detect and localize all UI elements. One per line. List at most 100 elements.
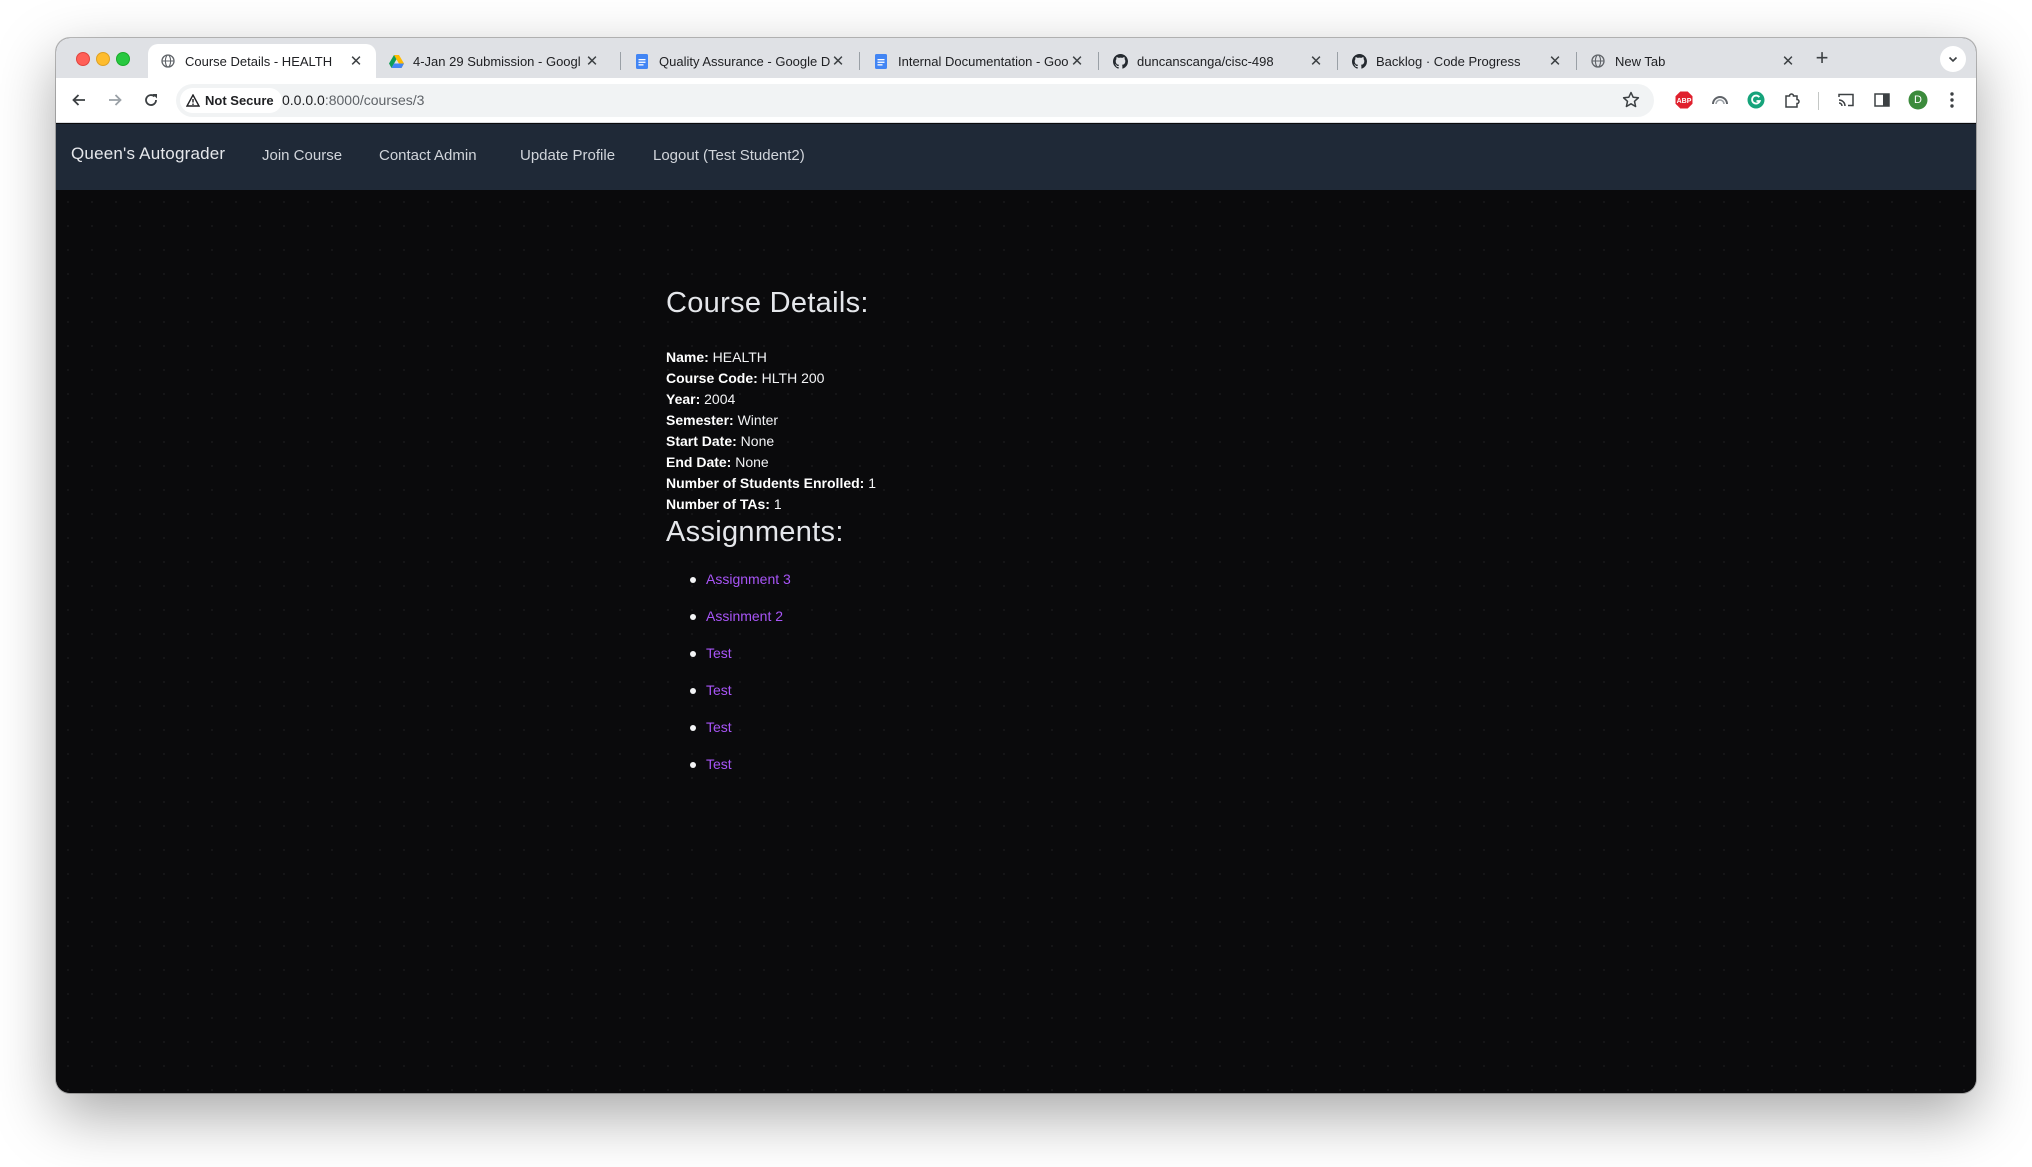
course-details-list: Name: HEALTH Course Code: HLTH 200 Year:… (666, 347, 1366, 515)
list-item: Assignment 3 (690, 571, 1366, 608)
reload-icon (145, 94, 157, 106)
url-path: :8000/courses/3 (324, 92, 425, 108)
close-icon[interactable]: ✕ (1308, 52, 1324, 70)
side-panel-icon (1874, 93, 1890, 107)
tab-github-repo[interactable]: duncanscanga/cisc-498 ✕ (1100, 44, 1336, 78)
detail-year: Year: 2004 (666, 391, 736, 407)
tab-separator (1576, 52, 1577, 70)
close-icon[interactable]: ✕ (584, 52, 600, 70)
list-item: Assinment 2 (690, 608, 1366, 645)
close-icon[interactable]: ✕ (348, 52, 364, 70)
tab-quality-assurance[interactable]: Quality Assurance - Google D ✕ (622, 44, 858, 78)
tab-separator (859, 52, 860, 70)
browser-window: Course Details - HEALTH ✕ 4-Jan 29 Submi… (56, 38, 1976, 1093)
browser-menu-button[interactable] (1942, 90, 1962, 110)
detail-semester: Semester: Winter (666, 412, 779, 428)
detail-tas: Number of TAs: 1 (666, 496, 782, 512)
tab-submission[interactable]: 4-Jan 29 Submission - Googl ✕ (376, 44, 612, 78)
adblock-icon: ABP (1675, 91, 1693, 109)
detail-name: Name: HEALTH (666, 349, 767, 365)
assignment-link[interactable]: Assinment 2 (706, 608, 783, 624)
github-icon (1351, 53, 1367, 69)
tab-separator (1337, 52, 1338, 70)
site-navbar: Queen's Autograder Join Course Contact A… (56, 124, 1976, 190)
tab-title: Quality Assurance - Google D (659, 53, 830, 69)
profile-initial: D (1914, 94, 1922, 106)
nav-logout[interactable]: Logout (Test Student2) (653, 147, 805, 164)
assignment-link[interactable]: Test (706, 682, 732, 698)
assignments-heading: Assignments: (666, 516, 844, 548)
star-icon (1622, 91, 1640, 108)
tab-separator (1098, 52, 1099, 70)
close-icon[interactable]: ✕ (830, 52, 846, 70)
rainbow-icon (1712, 96, 1728, 105)
tab-internal-docs[interactable]: Internal Documentation - Goo ✕ (861, 44, 1097, 78)
minimize-window-button[interactable] (96, 52, 110, 66)
grammarly-icon (1747, 91, 1765, 109)
nav-contact-admin[interactable]: Contact Admin (379, 147, 477, 164)
address-bar[interactable]: Not Secure 0.0.0.0:8000/courses/3 (176, 84, 1654, 117)
github-icon (1112, 53, 1128, 69)
url-host: 0.0.0.0 (282, 92, 325, 108)
page-content: Course Details: Name: HEALTH Course Code… (56, 190, 1976, 1093)
tab-course-details[interactable]: Course Details - HEALTH ✕ (148, 44, 376, 78)
detail-students-enrolled: Number of Students Enrolled: 1 (666, 475, 877, 491)
back-arrow-icon (72, 94, 85, 106)
tab-search-button[interactable] (1940, 46, 1966, 72)
maximize-window-button[interactable] (116, 52, 130, 66)
new-tab-button[interactable]: + (1810, 47, 1834, 69)
list-item: Test (690, 719, 1366, 756)
course-details-section: Course Details: Name: HEALTH Course Code… (666, 287, 1366, 793)
puzzle-icon (1785, 93, 1800, 108)
list-item: Test (690, 645, 1366, 682)
toolbar-separator (1818, 92, 1819, 110)
assignment-link[interactable]: Test (706, 645, 732, 661)
assignment-link[interactable]: Test (706, 756, 732, 772)
warning-icon (186, 94, 200, 107)
google-docs-icon (634, 53, 650, 69)
tab-new-tab[interactable]: New Tab ✕ (1578, 44, 1808, 78)
security-indicator[interactable]: Not Secure (180, 88, 282, 113)
close-window-button[interactable] (76, 52, 90, 66)
tab-title: Backlog · Code Progress (1376, 53, 1521, 69)
back-button[interactable] (68, 89, 90, 111)
kebab-menu-icon (1950, 92, 1954, 108)
tab-title: duncanscanga/cisc-498 (1137, 53, 1274, 69)
forward-arrow-icon (109, 94, 122, 106)
browser-toolbar: Not Secure 0.0.0.0:8000/courses/3 ABP D (56, 78, 1976, 123)
cast-button[interactable] (1836, 90, 1856, 110)
list-item: Test (690, 756, 1366, 793)
url-text[interactable]: 0.0.0.0:8000/courses/3 (282, 92, 424, 108)
list-item: Test (690, 682, 1366, 719)
close-icon[interactable]: ✕ (1780, 52, 1796, 70)
close-icon[interactable]: ✕ (1069, 52, 1085, 70)
close-icon[interactable]: ✕ (1547, 52, 1563, 70)
side-panel-button[interactable] (1872, 90, 1892, 110)
arc-extension-button[interactable] (1710, 90, 1730, 110)
svg-text:ABP: ABP (1677, 98, 1692, 105)
cast-icon (1838, 93, 1854, 107)
profile-avatar[interactable]: D (1908, 90, 1928, 110)
globe-icon (1590, 53, 1606, 69)
course-details-heading: Course Details: (666, 287, 869, 319)
nav-update-profile[interactable]: Update Profile (520, 147, 615, 164)
extensions-button[interactable] (1782, 90, 1802, 110)
assignment-link[interactable]: Test (706, 719, 732, 735)
security-label: Not Secure (205, 93, 274, 108)
grammarly-extension-button[interactable] (1746, 90, 1766, 110)
globe-icon (160, 53, 176, 69)
reload-button[interactable] (140, 89, 162, 111)
tab-title: New Tab (1615, 53, 1666, 69)
google-drive-icon (388, 53, 404, 69)
site-brand[interactable]: Queen's Autograder (71, 144, 225, 164)
chevron-down-icon (1948, 56, 1958, 63)
detail-course-code: Course Code: HLTH 200 (666, 370, 825, 386)
nav-join-course[interactable]: Join Course (262, 147, 342, 164)
bookmark-star-button[interactable] (1622, 91, 1640, 114)
adblock-extension-button[interactable]: ABP (1674, 90, 1694, 110)
tab-separator (620, 52, 621, 70)
assignment-link[interactable]: Assignment 3 (706, 571, 791, 587)
tab-title: Course Details - HEALTH (185, 53, 333, 69)
tab-backlog[interactable]: Backlog · Code Progress ✕ (1339, 44, 1575, 78)
forward-button[interactable] (104, 89, 126, 111)
